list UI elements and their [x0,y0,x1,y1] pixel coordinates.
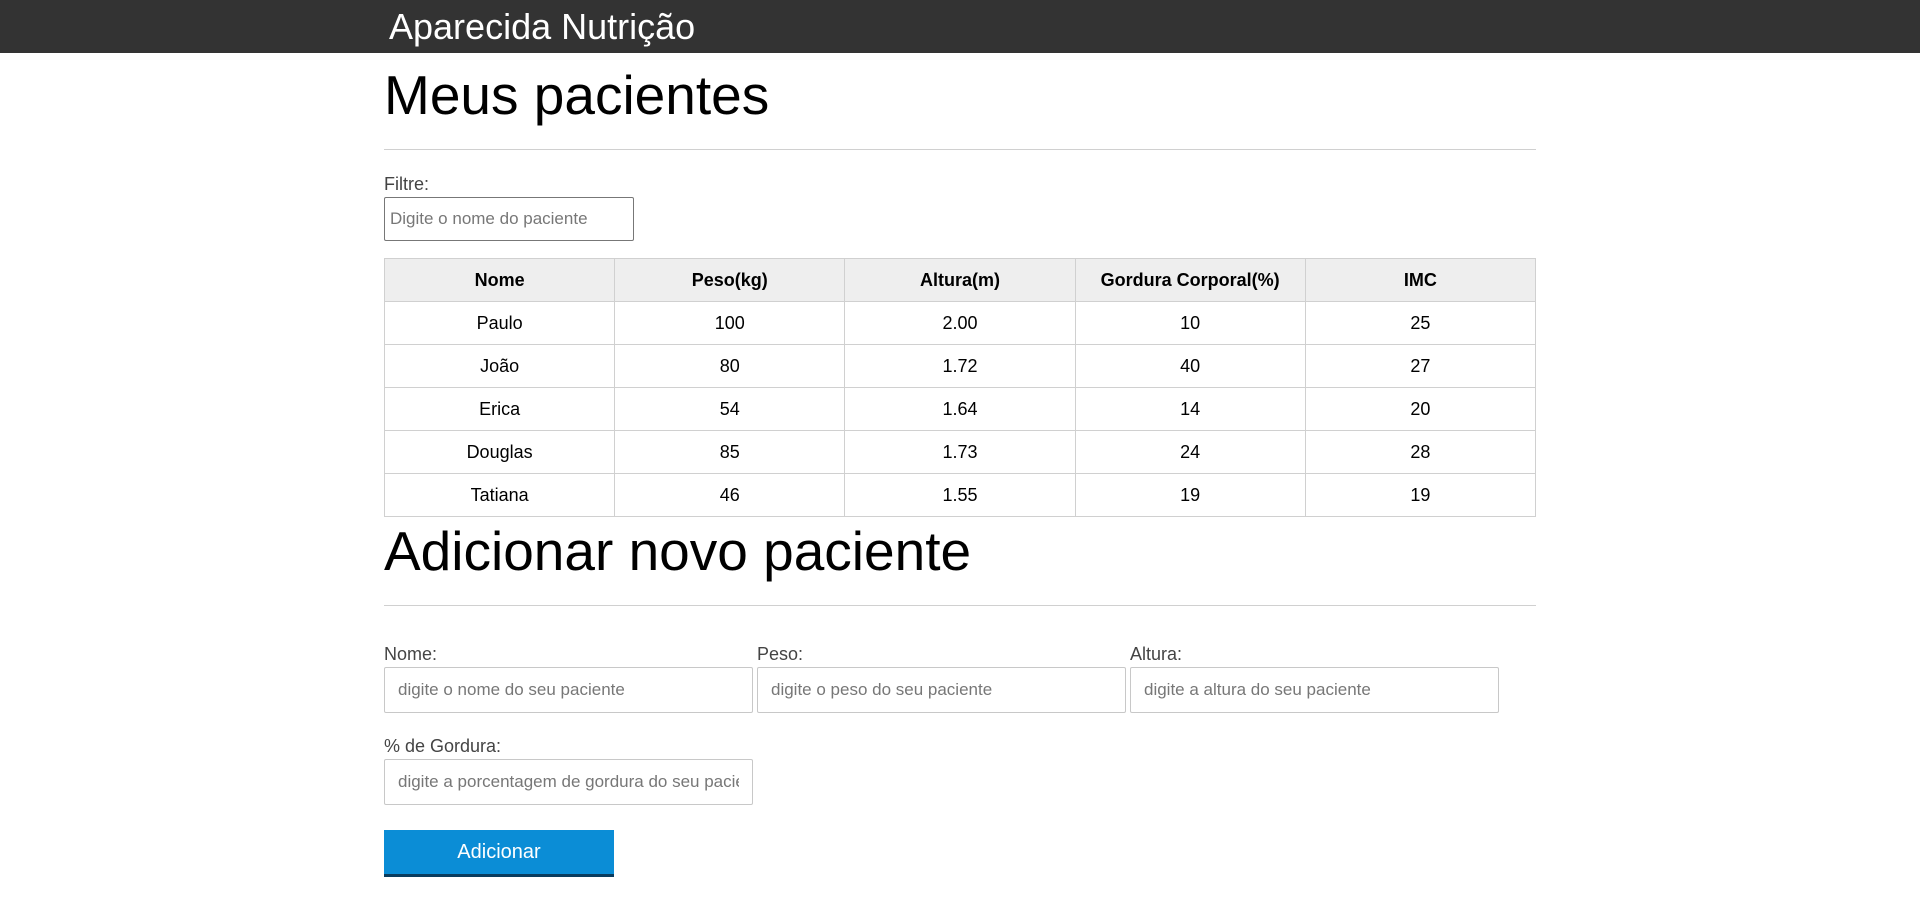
table-header-row: Nome Peso(kg) Altura(m) Gordura Corporal… [383,258,1537,302]
column-header-peso: Peso(kg) [614,258,846,302]
patients-section-divider [384,149,1536,150]
cell-imc: 27 [1304,344,1537,388]
add-patient-button[interactable]: Adicionar [384,830,614,877]
cell-imc: 25 [1304,301,1537,345]
gordura-input[interactable] [384,759,753,805]
column-header-imc: IMC [1304,258,1537,302]
altura-input[interactable] [1130,667,1499,713]
table-row: Erica 54 1.64 14 20 [383,387,1537,431]
cell-peso: 100 [614,301,846,345]
table-row: João 80 1.72 40 27 [383,344,1537,388]
column-header-gordura: Gordura Corporal(%) [1074,258,1306,302]
cell-peso: 46 [614,473,846,517]
cell-peso: 80 [614,344,846,388]
cell-gordura: 19 [1074,473,1306,517]
peso-input[interactable] [757,667,1126,713]
nome-label: Nome: [384,644,438,664]
cell-nome: Douglas [383,430,616,474]
patients-table: Nome Peso(kg) Altura(m) Gordura Corporal… [383,258,1537,517]
cell-gordura: 10 [1074,301,1306,345]
table-row: Paulo 100 2.00 10 25 [383,301,1537,345]
cell-gordura: 14 [1074,387,1306,431]
cell-nome: Tatiana [383,473,616,517]
cell-altura: 1.72 [844,344,1076,388]
add-patient-section-divider [384,605,1536,606]
filter-input[interactable] [384,197,634,241]
nome-input[interactable] [384,667,753,713]
cell-imc: 20 [1304,387,1537,431]
cell-peso: 54 [614,387,846,431]
cell-nome: João [383,344,616,388]
patients-section-title: Meus pacientes [384,64,770,126]
top-header: Aparecida Nutrição [0,0,1920,53]
cell-nome: Erica [383,387,616,431]
add-patient-section-title: Adicionar novo paciente [384,520,972,582]
cell-imc: 28 [1304,430,1537,474]
filter-label: Filtre: [384,174,429,194]
cell-imc: 19 [1304,473,1537,517]
cell-altura: 2.00 [844,301,1076,345]
table-row: Tatiana 46 1.55 19 19 [383,473,1537,517]
cell-altura: 1.55 [844,473,1076,517]
cell-nome: Paulo [383,301,616,345]
column-header-nome: Nome [383,258,616,302]
altura-label: Altura: [1130,644,1183,664]
peso-label: Peso: [757,644,804,664]
brand-title: Aparecida Nutrição [389,6,696,47]
cell-gordura: 40 [1074,344,1306,388]
table-row: Douglas 85 1.73 24 28 [383,430,1537,474]
column-header-altura: Altura(m) [844,258,1076,302]
cell-altura: 1.73 [844,430,1076,474]
cell-altura: 1.64 [844,387,1076,431]
cell-gordura: 24 [1074,430,1306,474]
gordura-label: % de Gordura: [384,736,502,756]
cell-peso: 85 [614,430,846,474]
